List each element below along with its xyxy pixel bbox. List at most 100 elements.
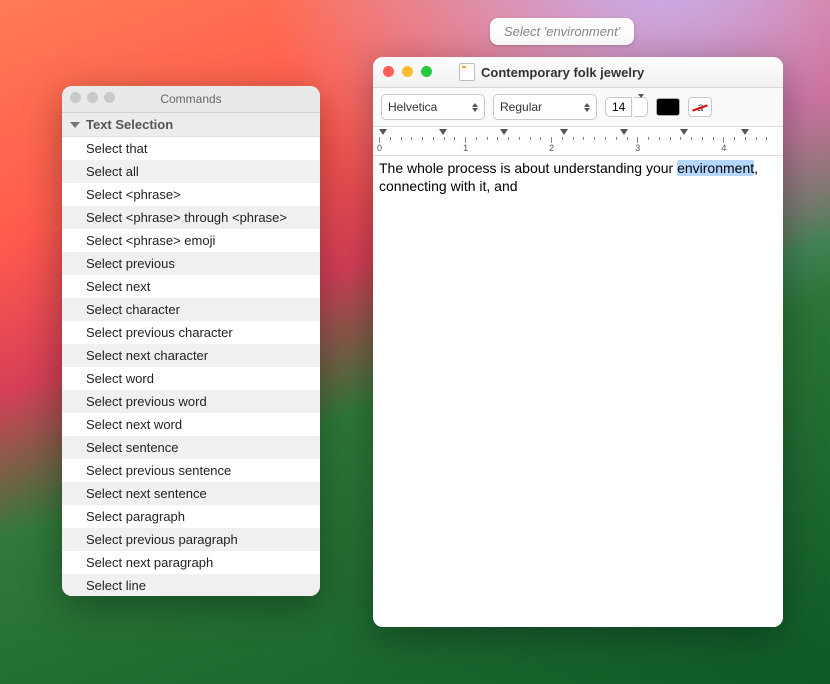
document-icon [459, 63, 475, 81]
ruler-minor-tick [454, 137, 455, 140]
ruler-tab-marker[interactable] [379, 129, 387, 135]
close-icon[interactable] [70, 92, 81, 103]
textedit-title-wrap: Contemporary folk jewelry [459, 63, 644, 81]
ruler-minor-tick [648, 137, 649, 140]
ruler-minor-tick [433, 137, 434, 140]
ruler-label: 1 [463, 143, 468, 153]
ruler-minor-tick [583, 137, 584, 140]
ruler-tab-marker[interactable] [560, 129, 568, 135]
commands-section-label: Text Selection [86, 117, 173, 132]
ruler-minor-tick [444, 137, 445, 140]
zoom-icon[interactable] [421, 66, 432, 77]
text-color-swatch[interactable] [656, 98, 680, 116]
ruler-label: 0 [377, 143, 382, 153]
chevron-down-icon [638, 98, 644, 116]
ruler-minor-tick [627, 137, 628, 140]
command-item[interactable]: Select <phrase> [62, 183, 320, 206]
minimize-icon[interactable] [87, 92, 98, 103]
ruler-minor-tick [401, 137, 402, 140]
ruler-minor-tick [390, 137, 391, 140]
ruler-tab-marker[interactable] [500, 129, 508, 135]
desktop-background: Select 'environment' Commands Text Selec… [0, 0, 830, 684]
ruler-minor-tick [605, 137, 606, 140]
command-item[interactable]: Select next paragraph [62, 551, 320, 574]
ruler-tab-marker[interactable] [620, 129, 628, 135]
commands-window: Commands Text Selection Select thatSelec… [62, 86, 320, 596]
ruler-minor-tick [713, 137, 714, 140]
font-size-field[interactable]: 14 [605, 97, 632, 117]
commands-list: Select thatSelect allSelect <phrase>Sele… [62, 137, 320, 596]
body-text-pre: The whole process is about understanding… [379, 160, 677, 176]
ruler-minor-tick [519, 137, 520, 140]
editor-area[interactable]: The whole process is about understanding… [373, 156, 783, 627]
close-icon[interactable] [383, 66, 394, 77]
textedit-traffic-lights [383, 66, 432, 77]
ruler-minor-tick [670, 137, 671, 140]
ruler-label: 3 [635, 143, 640, 153]
ruler-minor-tick [562, 137, 563, 140]
command-item[interactable]: Select next sentence [62, 482, 320, 505]
ruler-tab-marker[interactable] [741, 129, 749, 135]
ruler[interactable]: 0 1 2 3 4 [373, 127, 783, 156]
font-family-value: Helvetica [388, 100, 437, 114]
command-item[interactable]: Select next word [62, 413, 320, 436]
ruler-tab-marker[interactable] [439, 129, 447, 135]
updown-icon [584, 103, 590, 112]
font-style-select[interactable]: Regular [493, 94, 597, 120]
highlighted-word: environment [677, 160, 754, 176]
clear-formatting-button[interactable]: a [688, 97, 712, 117]
ruler-minor-tick [422, 137, 423, 140]
ruler-tab-marker[interactable] [680, 129, 688, 135]
textedit-titlebar[interactable]: Contemporary folk jewelry [373, 57, 783, 88]
command-item[interactable]: Select <phrase> through <phrase> [62, 206, 320, 229]
ruler-minor-tick [497, 137, 498, 140]
zoom-icon[interactable] [104, 92, 115, 103]
ruler-minor-tick [573, 137, 574, 140]
command-item[interactable]: Select previous paragraph [62, 528, 320, 551]
font-size-stepper[interactable] [634, 97, 648, 117]
minimize-icon[interactable] [402, 66, 413, 77]
ruler-minor-tick [702, 137, 703, 140]
ruler-minor-tick [691, 137, 692, 140]
command-item[interactable]: Select all [62, 160, 320, 183]
updown-icon [472, 103, 478, 112]
font-size-control: 14 [605, 97, 648, 117]
voice-command-pill: Select 'environment' [490, 18, 634, 45]
command-item[interactable]: Select <phrase> emoji [62, 229, 320, 252]
command-item[interactable]: Select word [62, 367, 320, 390]
font-style-value: Regular [500, 100, 542, 114]
ruler-minor-tick [594, 137, 595, 140]
ruler-minor-tick [734, 137, 735, 140]
ruler-minor-tick [745, 137, 746, 140]
command-item[interactable]: Select next [62, 275, 320, 298]
command-item[interactable]: Select previous word [62, 390, 320, 413]
command-item[interactable]: Select sentence [62, 436, 320, 459]
command-item[interactable]: Select that [62, 137, 320, 160]
ruler-minor-tick [508, 137, 509, 140]
ruler-minor-tick [616, 137, 617, 140]
commands-section-header[interactable]: Text Selection [62, 113, 320, 137]
commands-titlebar[interactable]: Commands [62, 86, 320, 113]
command-item[interactable]: Select previous character [62, 321, 320, 344]
font-family-select[interactable]: Helvetica [381, 94, 485, 120]
command-item[interactable]: Select paragraph [62, 505, 320, 528]
command-item[interactable]: Select line [62, 574, 320, 596]
chevron-down-icon [70, 122, 80, 128]
ruler-minor-tick [476, 137, 477, 140]
ruler-label: 2 [549, 143, 554, 153]
command-item[interactable]: Select next character [62, 344, 320, 367]
textedit-document-title: Contemporary folk jewelry [481, 65, 644, 80]
ruler-minor-tick [411, 137, 412, 140]
ruler-label: 4 [721, 143, 726, 153]
command-item[interactable]: Select previous sentence [62, 459, 320, 482]
ruler-minor-tick [487, 137, 488, 140]
textedit-window: Contemporary folk jewelry Helvetica Regu… [373, 57, 783, 627]
ruler-minor-tick [766, 137, 767, 140]
ruler-minor-tick [540, 137, 541, 140]
font-size-value: 14 [612, 100, 625, 114]
ruler-minor-tick [530, 137, 531, 140]
command-item[interactable]: Select character [62, 298, 320, 321]
command-item[interactable]: Select previous [62, 252, 320, 275]
ruler-minor-tick [680, 137, 681, 140]
textedit-toolbar: Helvetica Regular 14 a [373, 88, 783, 127]
